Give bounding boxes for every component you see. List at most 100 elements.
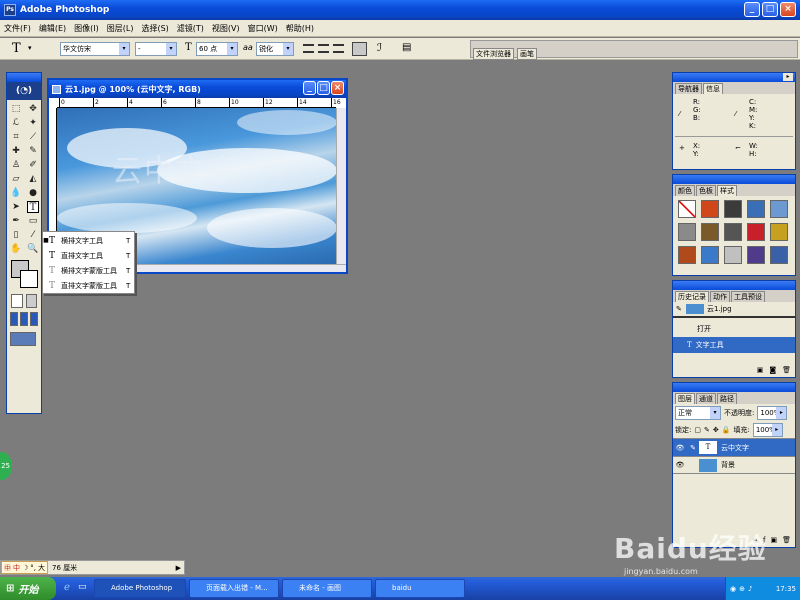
screen-mode-standard-icon[interactable] (10, 312, 18, 326)
doc-vertical-scrollbar[interactable] (336, 108, 346, 264)
tab-file-browser[interactable]: 文件浏览器 (473, 48, 514, 60)
type-tool-icon[interactable]: T (27, 201, 39, 213)
style-swatch[interactable] (770, 200, 788, 218)
taskbar-item-paint[interactable]: 未命名 - 画图 (282, 579, 372, 598)
flyout-item-vertical-type-mask[interactable]: T 直排文字蒙版工具 T (43, 278, 134, 293)
close-button[interactable]: × (780, 2, 796, 17)
tab-tool-presets[interactable]: 工具预设 (731, 291, 765, 302)
style-swatch[interactable] (770, 246, 788, 264)
pen-tool-icon[interactable]: ✒ (10, 215, 22, 227)
tab-layers[interactable]: 图层 (675, 393, 695, 404)
font-style-select[interactable]: - ▾ (135, 42, 177, 56)
doc-maximize-button[interactable]: □ (317, 81, 330, 95)
tray-ime-icon[interactable]: ⊕ (739, 585, 745, 593)
fill-input[interactable]: 100% ▸ (752, 422, 783, 437)
history-brush-tool-icon[interactable]: ✐ (27, 159, 39, 171)
shape-tool-icon[interactable]: ▭ (27, 215, 39, 227)
antialias-select[interactable]: 锐化 ▾ (256, 42, 294, 56)
lock-transparency-icon[interactable]: ▢ (694, 426, 701, 434)
font-family-select[interactable]: 华文仿宋 ▾ (60, 42, 130, 56)
taskbar-item-page-error[interactable]: 页面载入出错 - M... (189, 579, 279, 598)
visibility-eye-icon[interactable]: 👁 (673, 461, 687, 469)
move-tool-icon[interactable]: ✥ (27, 103, 39, 115)
ie-quicklaunch-icon[interactable]: ℯ (64, 582, 70, 593)
style-swatch[interactable] (701, 223, 719, 241)
tab-styles[interactable]: 样式 (717, 185, 737, 196)
window-title-bar[interactable]: Ps Adobe Photoshop _ □ × (0, 0, 800, 20)
side-badge[interactable]: 25 (0, 452, 12, 480)
dodge-tool-icon[interactable]: ● (27, 187, 39, 199)
status-arrow-icon[interactable]: ▶ (176, 564, 181, 572)
clone-stamp-tool-icon[interactable]: ♙ (10, 159, 22, 171)
layer-row-text[interactable]: 👁 ✎ T 云中文字 (673, 438, 795, 456)
hand-tool-icon[interactable]: ✋ (10, 243, 22, 255)
style-swatch[interactable] (747, 246, 765, 264)
visibility-eye-icon[interactable]: 👁 (673, 444, 687, 452)
align-center-icon[interactable] (318, 44, 329, 53)
tab-actions[interactable]: 动作 (710, 291, 730, 302)
paint-bucket-tool-icon[interactable]: ◭ (27, 173, 39, 185)
style-swatch[interactable] (678, 223, 696, 241)
tab-history[interactable]: 历史记录 (675, 291, 709, 302)
style-swatch[interactable] (747, 200, 765, 218)
minimize-button[interactable]: _ (744, 2, 760, 17)
taskbar-item-photoshop[interactable]: Adobe Photoshop (94, 579, 186, 598)
background-color-swatch[interactable] (20, 270, 38, 288)
style-swatch[interactable] (678, 246, 696, 264)
notes-tool-icon[interactable]: ▯ (10, 229, 22, 241)
tab-info[interactable]: 信息 (703, 83, 723, 94)
menu-window[interactable]: 窗口(W) (248, 23, 278, 34)
taskbar-item-baidu[interactable]: baidu (375, 579, 465, 598)
blur-tool-icon[interactable]: 💧 (10, 187, 22, 199)
tab-navigator[interactable]: 导航器 (675, 83, 702, 94)
path-selection-tool-icon[interactable]: ➤ (10, 201, 22, 213)
tool-preset-arrow-icon[interactable]: ▾ (28, 44, 32, 52)
menu-file[interactable]: 文件(F) (4, 23, 31, 34)
clock[interactable]: 17:35 (776, 585, 796, 593)
align-right-icon[interactable] (333, 44, 344, 53)
style-swatch[interactable] (747, 223, 765, 241)
menu-edit[interactable]: 编辑(E) (39, 23, 66, 34)
menu-filter[interactable]: 滤镜(T) (177, 23, 204, 34)
standard-mode-icon[interactable] (11, 294, 23, 308)
lock-position-icon[interactable]: ✥ (713, 426, 719, 434)
style-swatch[interactable] (770, 223, 788, 241)
screen-mode-full-icon[interactable] (30, 312, 38, 326)
lock-image-icon[interactable]: ✎ (704, 426, 710, 434)
style-swatch[interactable] (678, 200, 696, 218)
quick-mask-mode-icon[interactable] (25, 294, 37, 308)
menu-help[interactable]: 帮助(H) (286, 23, 314, 34)
menu-select[interactable]: 选择(S) (141, 23, 168, 34)
warp-text-icon[interactable]: ℐ (377, 41, 382, 54)
brush-tool-icon[interactable]: ✎ (27, 145, 39, 157)
blend-mode-select[interactable]: 正常 ▾ (675, 405, 721, 420)
slice-tool-icon[interactable]: ⟋ (27, 131, 39, 143)
jump-to-imageready-icon[interactable] (10, 332, 36, 346)
screen-mode-full-menu-icon[interactable] (20, 312, 28, 326)
tool-preset-icon[interactable]: T (12, 41, 21, 56)
marquee-tool-icon[interactable]: ⬚ (10, 103, 22, 115)
history-item-open[interactable]: 打开 (673, 321, 795, 337)
crop-tool-icon[interactable]: ⌗ (10, 131, 22, 143)
history-snapshot[interactable]: ✎ 云1.jpg (673, 302, 795, 318)
style-swatch[interactable] (724, 246, 742, 264)
eyedropper-tool-icon[interactable]: ⁄ (27, 229, 39, 241)
zoom-tool-icon[interactable]: 🔍 (27, 243, 39, 255)
tab-brushes[interactable]: 画笔 (517, 48, 537, 60)
flyout-item-vertical-type[interactable]: T 直排文字工具 T (43, 248, 134, 263)
style-swatch[interactable] (724, 223, 742, 241)
style-swatch[interactable] (701, 200, 719, 218)
flyout-item-horizontal-type-mask[interactable]: T 横排文字蒙版工具 T (43, 263, 134, 278)
tab-color[interactable]: 颜色 (675, 185, 695, 196)
tab-swatches[interactable]: 色板 (696, 185, 716, 196)
tray-volume-icon[interactable]: ♪ (748, 585, 752, 593)
text-color-swatch[interactable] (352, 42, 367, 56)
style-swatch[interactable] (701, 246, 719, 264)
menu-layer[interactable]: 图层(L) (107, 23, 134, 34)
document-title-bar[interactable]: 云1.jpg @ 100% (云中文字, RGB) _ □ × (49, 80, 346, 98)
menu-image[interactable]: 图像(I) (74, 23, 99, 34)
palettes-icon[interactable]: ▤ (402, 42, 411, 53)
maximize-button[interactable]: □ (762, 2, 778, 17)
tab-channels[interactable]: 通道 (696, 393, 716, 404)
doc-close-button[interactable]: × (331, 81, 344, 95)
